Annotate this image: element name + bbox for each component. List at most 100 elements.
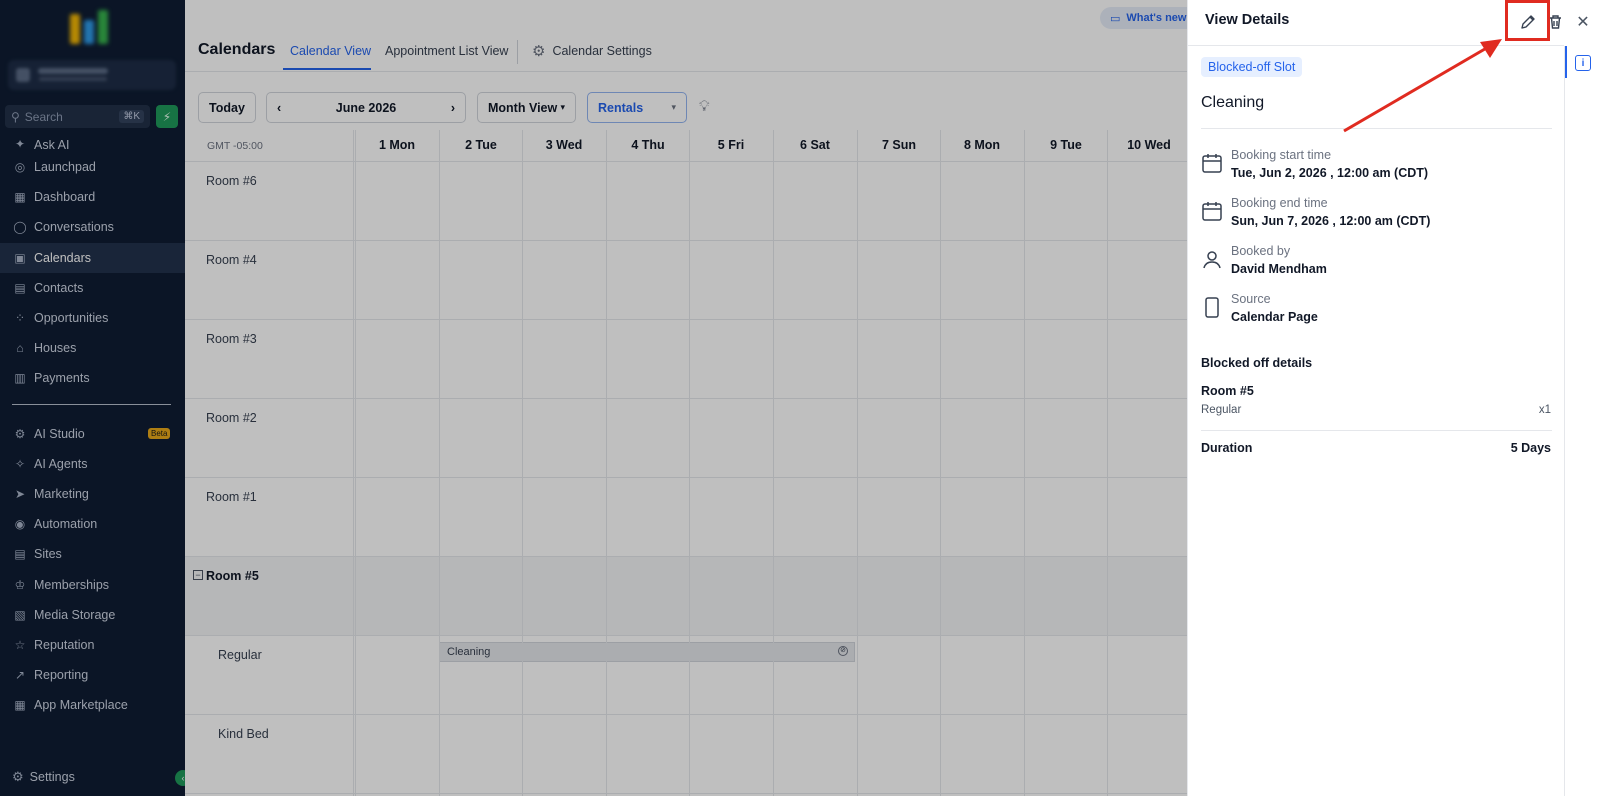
sidebar-item-ai-agents[interactable]: ✧ AI Agents [0, 449, 185, 479]
sidebar-item-label: Automation [34, 517, 98, 532]
row-label: Room #2 [206, 411, 257, 425]
whats-new-button[interactable]: ▭ What's new [1100, 7, 1187, 29]
sidebar-item-dashboard[interactable]: ▦ Dashboard [0, 182, 185, 212]
resource-row[interactable]: Room #3 [185, 320, 1187, 399]
day-header: 1 Mon [378, 138, 416, 152]
sidebar-item-calendars[interactable]: ▣ Calendars [0, 242, 185, 273]
tab-appointment-list-view[interactable]: Appointment List View [385, 44, 508, 58]
payments-icon: ▥ [14, 371, 26, 386]
sidebar-item-label: Calendars [34, 250, 91, 265]
calendar-select[interactable]: Rentals ▾ [587, 92, 687, 123]
calendar-settings-button[interactable]: ⚙ Calendar Settings [532, 42, 652, 60]
page-header: Calendars Calendar View Appointment List… [185, 0, 1187, 72]
sidebar-item-ai-studio[interactable]: ⚙ AI Studio Beta [0, 419, 185, 449]
grid-line [857, 130, 858, 796]
resource-row[interactable]: Room #1 [185, 478, 1187, 557]
tab-calendar-view[interactable]: Calendar View [290, 44, 371, 58]
prev-month-button[interactable]: ‹ [277, 101, 281, 115]
sidebar-item-label: App Marketplace [34, 698, 128, 713]
row-label: Room #5 [206, 569, 259, 583]
sidebar-divider [12, 403, 171, 405]
beta-badge: Beta [148, 428, 171, 440]
sidebar-item-app-marketplace[interactable]: ▦ App Marketplace [0, 690, 185, 720]
sidebar-item-payments[interactable]: ▥ Payments [0, 363, 185, 393]
sidebar-item-contacts[interactable]: ▤ Contacts [0, 273, 185, 303]
announcement-icon: ▭ [1110, 12, 1121, 25]
day-header: 6 Sat [800, 138, 830, 152]
contacts-icon: ▤ [14, 280, 26, 295]
sidebar-item-memberships[interactable]: ♔ Memberships [0, 569, 185, 599]
booking-end-row: Booking end time Sun, Jun 7, 2026 , 12:0… [1201, 196, 1552, 236]
sidebar-item-label: Sites [34, 547, 62, 562]
divider [1201, 128, 1552, 129]
panel-side-rail: i [1564, 46, 1600, 796]
sidebar-item-settings[interactable]: ⚙ Settings [0, 762, 185, 792]
resource-row[interactable]: Kind Bed [185, 715, 1187, 794]
lightbulb-icon[interactable]: 💡︎ [699, 98, 710, 115]
sidebar-nav: ✦ Ask AI ◎ Launchpad ▦ Dashboard ◯ Conversat… [0, 140, 185, 720]
resource-row[interactable]: Room #2 [185, 399, 1187, 478]
calendar-event[interactable]: Cleaning ⊘ [439, 642, 855, 662]
status-badge: Blocked-off Slot [1201, 57, 1303, 77]
sidebar-item-opportunities[interactable]: ⁘ Opportunities [0, 303, 185, 333]
sidebar-item-label: Media Storage [34, 607, 116, 622]
sidebar-item-reporting[interactable]: ↗ Reporting [0, 660, 185, 690]
sidebar-item-label: AI Studio [34, 426, 85, 441]
sidebar-item-conversations[interactable]: ◯ Conversations [0, 212, 185, 242]
info-tab-button[interactable]: i [1575, 55, 1591, 71]
search-placeholder: Search [24, 109, 63, 124]
search-icon: ⚲ [11, 109, 20, 124]
account-switcher[interactable] [8, 60, 176, 90]
sidebar-item-automation[interactable]: ◉ Automation [0, 509, 185, 539]
next-month-button[interactable]: › [451, 101, 455, 115]
main-content: Calendars Calendar View Appointment List… [185, 0, 1187, 796]
booking-start-row: Booking start time Tue, Jun 2, 2026 , 12… [1201, 148, 1552, 188]
resource-row[interactable]: Room #4 [185, 241, 1187, 320]
grid-line [439, 130, 440, 796]
calendar-header-row: GMT -05:00 1 Mon 2 Tue 3 Wed 4 Thu 5 Fri… [185, 130, 1187, 162]
resource-row[interactable]: Room #6 [185, 162, 1187, 241]
sidebar-item-houses[interactable]: ⌂ Houses [0, 333, 185, 363]
panel-title: View Details [1205, 12, 1290, 28]
brand-logo[interactable] [70, 8, 110, 44]
ai-agents-icon: ✧ [14, 456, 26, 471]
day-header: 4 Thu [631, 138, 665, 152]
calendar-icon [1202, 154, 1222, 173]
booking-end-label: Booking end time [1231, 196, 1328, 210]
row-label: Room #4 [206, 253, 257, 267]
booked-by-label: Booked by [1231, 244, 1291, 258]
booking-start-value: Tue, Jun 2, 2026 , 12:00 am (CDT) [1231, 166, 1429, 180]
grid-line [355, 130, 356, 796]
sidebar-item-launchpad[interactable]: ◎ Launchpad [0, 152, 185, 182]
chevron-down-icon: ▾ [560, 102, 565, 112]
sidebar-item-label: Conversations [34, 220, 114, 235]
sidebar-item-reputation[interactable]: ☆ Reputation [0, 630, 185, 660]
sidebar-item-label: Dashboard [34, 190, 96, 205]
sidebar-item-label: Payments [34, 371, 90, 386]
collapse-group-toggle[interactable]: − [193, 570, 203, 580]
today-button[interactable]: Today [198, 92, 256, 123]
source-row: Source Calendar Page [1201, 292, 1552, 332]
calendar-grid: GMT -05:00 1 Mon 2 Tue 3 Wed 4 Thu 5 Fri… [185, 130, 1187, 796]
close-panel-button[interactable]: ✕ [1572, 11, 1594, 33]
sidebar-item-ask-ai[interactable]: ✦ Ask AI [0, 140, 185, 152]
sidebar-item-marketing[interactable]: ➤ Marketing [0, 479, 185, 509]
view-select[interactable]: Month View ▾ [477, 92, 576, 123]
day-header: 10 Wed [1127, 138, 1171, 152]
sidebar-item-label: Reputation [34, 637, 95, 652]
resource-group-row[interactable]: − Room #5 [185, 557, 1187, 636]
chat-icon: ◯ [13, 220, 27, 235]
quick-action-button[interactable]: ⚡ [156, 105, 178, 128]
timezone-label: GMT -05:00 [207, 140, 263, 152]
row-label: Room #1 [206, 490, 257, 504]
rocket-icon: ◎ [14, 160, 26, 175]
search-input[interactable]: ⚲ Search ⌘K [5, 105, 150, 128]
resource-row[interactable]: Regular Cleaning ⊘ [185, 636, 1187, 715]
sidebar-item-media-storage[interactable]: ▧ Media Storage [0, 600, 185, 630]
send-icon: ➤ [14, 486, 26, 501]
bolt-icon: ⚡ [162, 109, 172, 124]
source-value: Calendar Page [1231, 310, 1318, 324]
search-shortcut: ⌘K [119, 110, 144, 123]
details-panel: View Details Blocked-off Slot Cleaning B… [1187, 0, 1564, 796]
sidebar-item-sites[interactable]: ▤ Sites [0, 539, 185, 569]
